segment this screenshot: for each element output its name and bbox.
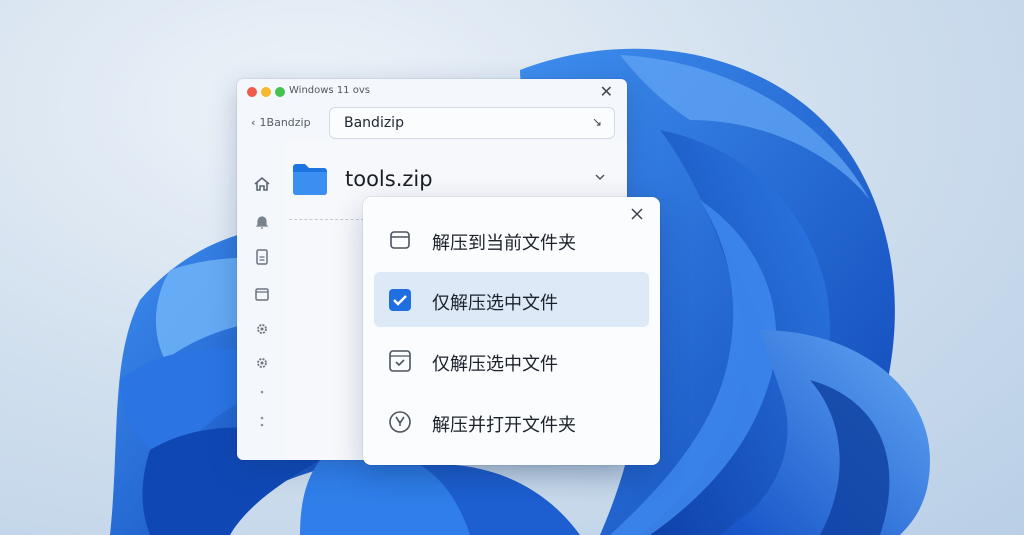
dot-icon xyxy=(253,383,271,401)
menu-item-extract-and-open[interactable]: 解压并打开文件夹 xyxy=(374,394,649,449)
back-button[interactable]: ‹ 1Bandzip xyxy=(251,116,311,129)
toolbar: ‹ 1Bandzip Bandizip ↘ xyxy=(237,107,627,141)
menu-item-label: 仅解压选中文件 xyxy=(432,293,558,314)
clock-arrow-icon xyxy=(388,410,412,434)
gear-icon[interactable] xyxy=(253,354,271,372)
menu-item-label: 解压并打开文件夹 xyxy=(432,415,576,436)
extract-context-menu: 解压到当前文件夹 仅解压选中文件 仅解压选中文件 解压并打开文件夹 xyxy=(363,197,660,465)
path-value: Bandizip xyxy=(344,115,404,131)
menu-item-label: 解压到当前文件夹 xyxy=(432,233,576,254)
chevron-down-icon: ↘ xyxy=(591,115,602,129)
close-icon[interactable]: ✕ xyxy=(600,82,613,101)
chevron-down-icon[interactable] xyxy=(593,169,607,183)
title-bar: Windows 11 ovs ✕ xyxy=(237,79,627,105)
file-row[interactable]: tools.zip xyxy=(285,155,627,203)
menu-item-extract-here[interactable]: 解压到当前文件夹 xyxy=(374,212,649,267)
archive-icon[interactable] xyxy=(253,285,271,303)
close-traffic-light[interactable] xyxy=(247,87,257,97)
back-label: 1Bandzip xyxy=(259,116,311,129)
archive-box-icon xyxy=(388,228,412,252)
window-title: Windows 11 ovs xyxy=(289,85,370,96)
bell-icon[interactable] xyxy=(253,213,271,231)
checkbox-checked-icon xyxy=(388,288,412,312)
divider xyxy=(289,219,369,220)
minimize-traffic-light[interactable] xyxy=(261,87,271,97)
document-icon[interactable] xyxy=(253,248,271,266)
gear-icon[interactable] xyxy=(253,320,271,338)
maximize-traffic-light[interactable] xyxy=(275,87,285,97)
folder-icon xyxy=(291,161,329,197)
home-icon[interactable] xyxy=(253,175,271,193)
box-check-icon xyxy=(388,349,412,373)
more-icon[interactable] xyxy=(253,413,271,431)
menu-item-extract-selected-alt[interactable]: 仅解压选中文件 xyxy=(374,333,649,388)
path-dropdown[interactable]: Bandizip ↘ xyxy=(329,107,615,139)
menu-item-extract-selected[interactable]: 仅解压选中文件 xyxy=(374,272,649,327)
menu-item-label: 仅解压选中文件 xyxy=(432,354,558,375)
sidebar xyxy=(237,141,285,460)
file-name: tools.zip xyxy=(345,167,433,191)
back-arrow-icon: ‹ xyxy=(251,116,256,129)
